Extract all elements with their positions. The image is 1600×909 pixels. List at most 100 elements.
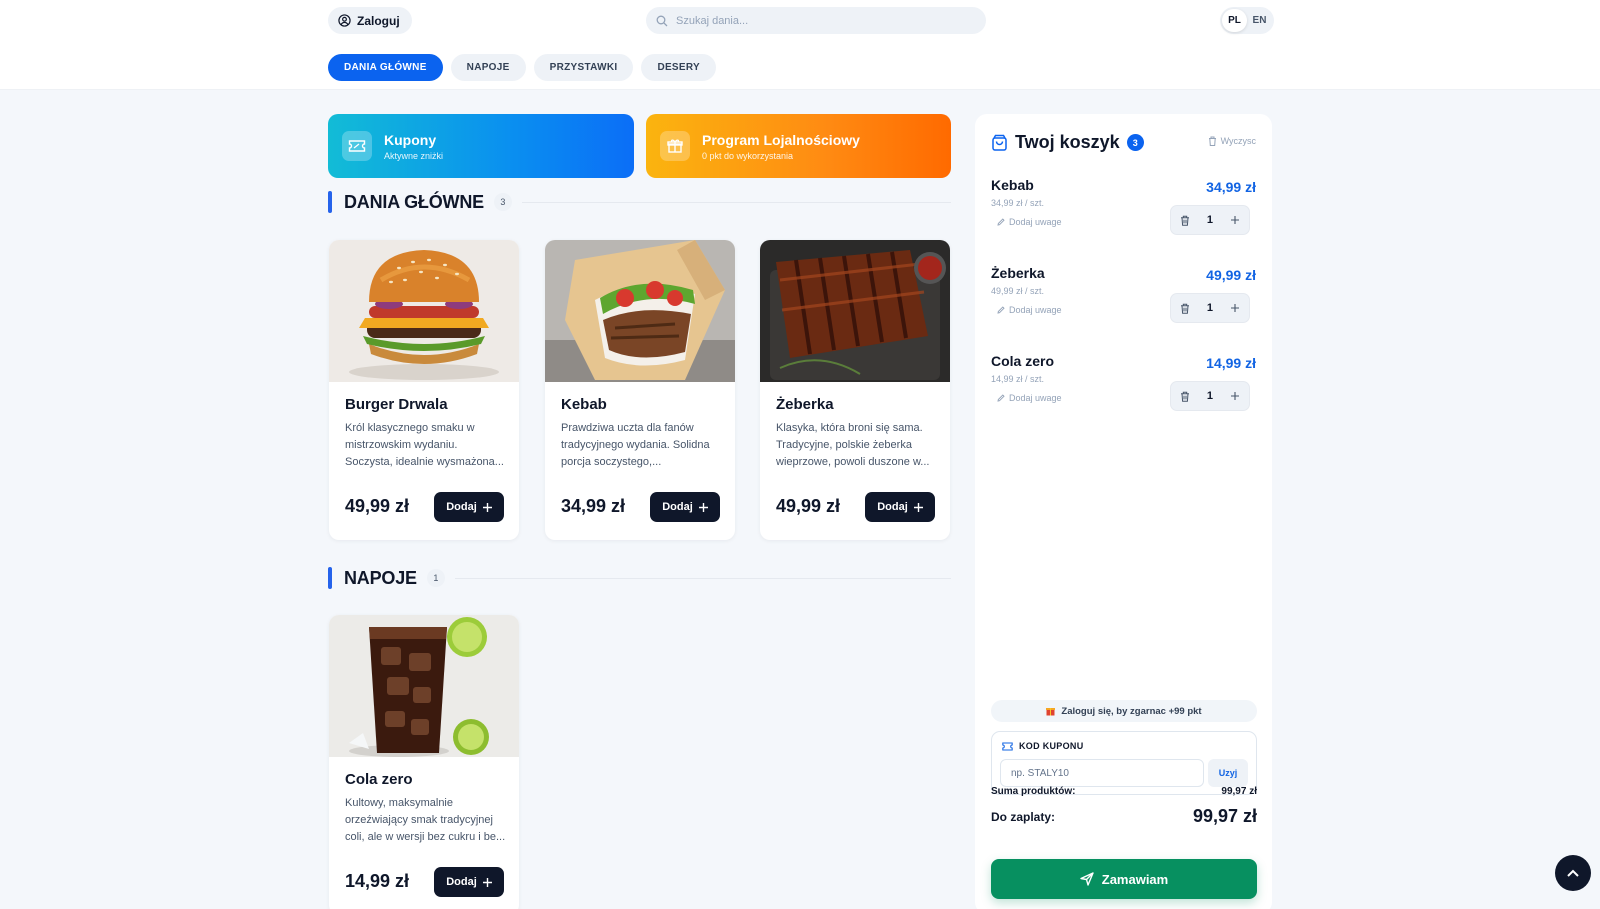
add-note-button[interactable]: Dodaj uwage [997,305,1062,315]
loyalty-note-text: Zaloguj się, by zgarnac +99 pkt [1061,705,1202,717]
ribs-image [760,240,950,382]
trash-icon[interactable] [1180,303,1190,314]
plus-icon [913,502,923,512]
language-switcher: PL EN [1220,7,1274,34]
send-icon [1080,872,1094,886]
cart-count-badge: 3 [1126,134,1144,151]
section-heading-drinks: NAPOJE 1 [328,566,951,590]
scroll-to-top-button[interactable] [1555,855,1591,891]
trash-icon[interactable] [1180,391,1190,402]
section-heading-main: DANIA GŁÓWNE 3 [328,190,951,214]
add-to-cart-button[interactable]: Dodaj [434,867,504,897]
language-pl-button[interactable]: PL [1222,9,1247,32]
cola-image [329,615,519,757]
subtotal-value: 99,97 zł [1221,786,1257,797]
add-to-cart-button[interactable]: Dodaj [865,492,935,522]
login-label: Zaloguj [357,13,400,28]
add-note-label: Dodaj uwage [1009,217,1062,227]
trash-icon [1208,136,1216,146]
plus-icon [698,502,708,512]
category-tabs: DANIA GŁÓWNE NAPOJE PRZYSTAWKI DESERY [328,54,716,81]
total-due-row: Do zaplaty: 99,97 zł [991,806,1257,827]
add-note-label: Dodaj uwage [1009,393,1062,403]
product-price: 49,99 zł [776,496,841,516]
quantity-value: 1 [1206,214,1214,226]
product-card-ribs: Żeberka Klasyka, która broni się sama. T… [760,240,950,540]
add-label: Dodaj [446,501,477,513]
quantity-value: 1 [1206,390,1214,402]
login-button[interactable]: Zaloguj [328,7,412,34]
product-price: 49,99 zł [345,496,410,516]
add-to-cart-button[interactable]: Dodaj [434,492,504,522]
tab-dania-glowne[interactable]: DANIA GŁÓWNE [328,54,443,81]
total-due-label: Do zaplaty: [991,809,1056,824]
search-icon [656,15,668,26]
section-accent-bar [328,191,332,213]
cart-item-unit-price: 14,99 zł / szt. [991,374,1045,384]
quantity-value: 1 [1206,302,1214,314]
apply-coupon-button[interactable]: Uzyj [1208,759,1248,787]
add-label: Dodaj [877,501,908,513]
add-label: Dodaj [446,876,477,888]
product-name: Kebab [561,396,607,413]
subtotal-row: Suma produktów: 99,97 zł [991,786,1257,797]
loyalty-login-note[interactable]: Zaloguj się, by zgarnac +99 pkt [991,700,1257,722]
plus-icon[interactable] [1230,215,1240,225]
plus-icon [482,877,492,887]
cart-item-name: Kebab [991,177,1034,193]
burger-image [329,240,519,382]
section-title: NAPOJE [344,567,417,588]
cart-item-unit-price: 34,99 zł / szt. [991,198,1045,208]
product-description: Król klasycznego smaku w mistrzowskim wy… [345,422,504,468]
kebab-image [545,240,735,382]
plus-icon[interactable] [1230,303,1240,313]
gift-icon [660,131,690,161]
product-price: 14,99 zł [345,871,410,891]
language-en-button[interactable]: EN [1247,9,1272,32]
shopping-bag-icon [992,134,1007,151]
trash-icon[interactable] [1180,215,1190,226]
section-accent-bar [328,567,332,589]
coupon-code-input[interactable] [1000,759,1204,787]
section-count-badge: 3 [493,193,512,211]
tab-przystawki[interactable]: PRZYSTAWKI [533,54,634,81]
tab-napoje[interactable]: NAPOJE [450,54,526,81]
plus-icon[interactable] [1230,391,1240,401]
add-note-button[interactable]: Dodaj uwage [997,393,1062,403]
coupons-title: Kupony [384,131,437,148]
product-description: Prawdziwa uczta dla fanów tradycyjnego w… [561,422,710,468]
product-name: Burger Drwala [345,396,448,413]
cart-item-total: 49,99 zł [1206,267,1256,283]
ticket-icon [342,131,372,161]
product-name: Żeberka [776,396,834,413]
section-title: DANIA GŁÓWNE [344,191,484,212]
cart-item-name: Żeberka [991,265,1045,281]
pencil-icon [997,218,1005,226]
product-card-cola: Cola zero Kultowy, maksymalnie orzeźwiaj… [329,615,519,909]
section-divider [454,577,951,579]
cart-item-total: 14,99 zł [1206,355,1256,371]
clear-cart-button[interactable]: Wyczysc [1208,136,1256,146]
place-order-button[interactable]: Zamawiam [991,859,1257,899]
pencil-icon [997,306,1005,314]
top-bar: Zaloguj PL EN DANIA GŁÓWNE NAPOJE PRZYST… [0,0,1600,90]
tab-desery[interactable]: DESERY [641,54,716,81]
loyalty-banner[interactable]: Program Lojalnościowy 0 pkt do wykorzyst… [646,114,951,178]
coupon-label-text: KOD KUPONU [1019,741,1084,751]
product-price: 34,99 zł [561,496,626,516]
total-due-value: 99,97 zł [1192,806,1257,826]
coupons-subtitle: Aktywne zniżki [384,150,444,161]
search-input[interactable] [676,14,956,27]
plus-icon [482,502,492,512]
search-bar [646,7,986,34]
cart-item-name: Cola zero [991,353,1055,369]
coupons-banner[interactable]: Kupony Aktywne zniżki [328,114,634,178]
quantity-stepper: 1 [1170,205,1250,235]
add-note-button[interactable]: Dodaj uwage [997,217,1062,227]
coupon-label: KOD KUPONU [1002,741,1084,751]
add-to-cart-button[interactable]: Dodaj [650,492,720,522]
cart-header: Twoj koszyk 3 [991,132,1144,153]
ticket-icon [1002,742,1013,750]
quantity-stepper: 1 [1170,293,1250,323]
loyalty-subtitle: 0 pkt do wykorzystania [702,150,794,161]
